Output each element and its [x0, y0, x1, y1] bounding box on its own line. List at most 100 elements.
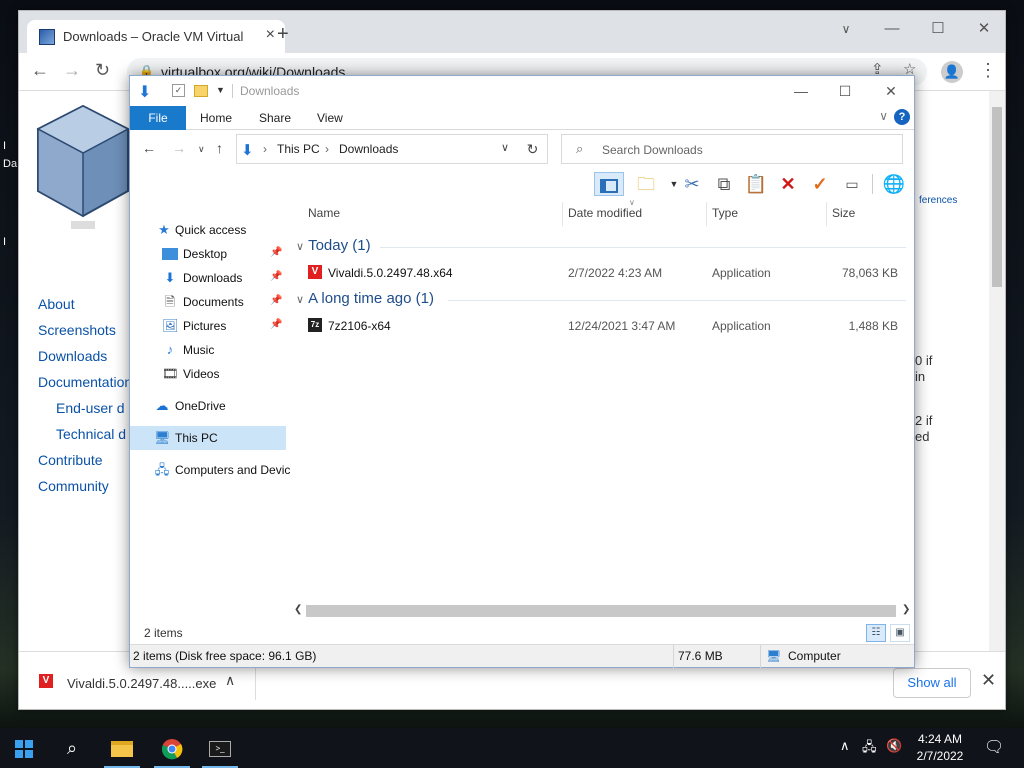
tab-home[interactable]: Home: [200, 111, 232, 125]
search-icon[interactable]: ⌕: [48, 728, 96, 768]
refresh-icon[interactable]: ↻: [518, 134, 548, 164]
pin-icon[interactable]: 📌: [270, 319, 282, 330]
pin-icon[interactable]: 📌: [270, 271, 282, 282]
copy-icon[interactable]: ⧉: [712, 172, 736, 196]
forward-icon[interactable]: →: [172, 140, 186, 156]
address-bar[interactable]: ⬇ › This PC › Downloads ∨: [236, 134, 548, 164]
up-icon[interactable]: ↑: [216, 140, 223, 156]
nav-music[interactable]: ♪ Music: [130, 338, 286, 362]
pin-icon[interactable]: 📌: [270, 295, 282, 306]
tab-file[interactable]: File: [130, 106, 186, 130]
terminal-icon[interactable]: >_: [196, 728, 244, 768]
horizontal-scrollbar[interactable]: ❮ ❯: [290, 602, 914, 620]
checkmark-icon[interactable]: ✓: [808, 172, 832, 196]
scroll-right-icon[interactable]: ❯: [902, 604, 910, 615]
new-folder-icon[interactable]: [194, 85, 208, 97]
back-icon[interactable]: ←: [31, 60, 49, 81]
column-header-date[interactable]: Date modified: [568, 206, 642, 220]
nav-link-contribute[interactable]: Contribute: [38, 452, 103, 468]
file-row[interactable]: V Vivaldi.5.0.2497.48.x64 2/7/2022 4:23 …: [290, 262, 910, 284]
details-view-icon[interactable]: ☷: [866, 624, 886, 642]
maximize-icon[interactable]: ☐: [822, 78, 868, 104]
nav-link-end-user[interactable]: End-user d: [56, 400, 124, 416]
file-row[interactable]: 7z 7z2106-x64 12/24/2021 3:47 AM Applica…: [290, 315, 910, 337]
network-icon[interactable]: 🖧: [862, 738, 877, 760]
show-all-button[interactable]: Show all: [893, 668, 971, 698]
browser-tab[interactable]: Downloads – Oracle VM VirtualB ×: [27, 20, 285, 53]
desktop-icon-label[interactable]: I: [3, 140, 6, 152]
group-header[interactable]: ∨ A long time ago (1): [296, 290, 434, 307]
forward-icon[interactable]: →: [63, 60, 81, 81]
paste-icon[interactable]: 📋: [744, 172, 768, 196]
nav-network[interactable]: 🖧 Computers and Devic: [130, 458, 291, 482]
close-window-icon[interactable]: ✕: [961, 15, 1007, 43]
tab-view[interactable]: View: [317, 111, 343, 125]
nav-link-community[interactable]: Community: [38, 478, 109, 494]
address-dropdown-icon[interactable]: ∨: [501, 141, 509, 154]
nav-link-screenshots[interactable]: Screenshots: [38, 322, 116, 338]
nav-onedrive[interactable]: ☁ OneDrive: [130, 394, 286, 418]
nav-videos[interactable]: 🎞 Videos: [130, 362, 286, 386]
minimize-icon[interactable]: —: [869, 15, 915, 43]
file-explorer-icon[interactable]: [98, 728, 146, 768]
scrollbar-thumb[interactable]: [306, 605, 896, 617]
help-icon[interactable]: ?: [894, 109, 910, 125]
tab-share[interactable]: Share: [259, 111, 291, 125]
tab-search-icon[interactable]: ∨: [823, 15, 869, 43]
pin-icon[interactable]: 📌: [270, 247, 282, 258]
column-header-name[interactable]: Name: [308, 206, 340, 220]
clock[interactable]: 4:24 AM 2/7/2022: [912, 731, 968, 765]
rename-icon[interactable]: ▭: [840, 172, 864, 196]
close-window-icon[interactable]: ✕: [868, 78, 914, 104]
download-item[interactable]: Vivaldi.5.0.2497.48.....exe: [67, 676, 216, 691]
delete-icon[interactable]: ✕: [776, 172, 800, 196]
nav-pictures[interactable]: 🖼 Pictures 📌: [130, 314, 286, 338]
breadcrumb-separator-icon[interactable]: ›: [263, 142, 267, 156]
quick-access-dropdown-icon[interactable]: ▼: [216, 85, 232, 101]
nav-documents[interactable]: 🗎 Documents 📌: [130, 290, 286, 314]
nav-this-pc[interactable]: 🖥 This PC: [130, 426, 286, 450]
search-input[interactable]: ⌕ Search Downloads: [561, 134, 903, 164]
chrome-icon[interactable]: [148, 728, 196, 768]
maximize-icon[interactable]: ☐: [915, 15, 961, 43]
column-divider[interactable]: [706, 202, 707, 226]
nav-desktop[interactable]: Desktop 📌: [130, 242, 286, 266]
minimize-icon[interactable]: —: [778, 78, 824, 104]
windows-start-icon[interactable]: [0, 728, 48, 768]
properties-checkbox-icon[interactable]: ✓: [172, 84, 185, 97]
chevron-up-icon[interactable]: ∧: [225, 672, 235, 689]
notification-icon[interactable]: 🗨: [984, 737, 1004, 757]
column-divider[interactable]: [562, 202, 563, 226]
breadcrumb-this-pc[interactable]: This PC: [277, 142, 320, 156]
nav-link-downloads[interactable]: Downloads: [38, 348, 107, 364]
nav-downloads[interactable]: ⬇ Downloads 📌: [130, 266, 286, 290]
recent-locations-icon[interactable]: ∨: [198, 144, 205, 155]
back-icon[interactable]: ←: [142, 140, 156, 156]
column-divider[interactable]: [826, 202, 827, 226]
scroll-left-icon[interactable]: ❮: [294, 604, 302, 615]
new-folder-icon[interactable]: 🗀: [634, 172, 658, 196]
volume-muted-icon[interactable]: 🔇: [886, 738, 902, 754]
desktop-icon-label[interactable]: I: [3, 236, 6, 248]
globe-icon[interactable]: 🌐: [882, 172, 906, 196]
scrollbar-thumb[interactable]: [992, 107, 1002, 287]
breadcrumb-downloads[interactable]: Downloads: [339, 142, 398, 156]
menu-kebab-icon[interactable]: ⋮: [979, 60, 997, 81]
reload-icon[interactable]: ↻: [95, 60, 110, 81]
tab-close-icon[interactable]: ×: [266, 26, 275, 44]
group-header[interactable]: ∨ Today (1): [296, 237, 371, 254]
close-shelf-icon[interactable]: ✕: [981, 670, 996, 691]
chevron-up-icon[interactable]: ∧: [840, 738, 850, 754]
nav-quick-access[interactable]: ★ Quick access: [130, 218, 286, 242]
expand-ribbon-icon[interactable]: ∨: [879, 109, 888, 123]
page-scrollbar[interactable]: [989, 91, 1005, 651]
column-header-size[interactable]: Size: [832, 206, 855, 220]
preferences-link[interactable]: ferences: [919, 195, 957, 206]
nav-link-about[interactable]: About: [38, 296, 75, 312]
large-icons-view-icon[interactable]: ▣: [890, 624, 910, 642]
cut-icon[interactable]: ✂: [680, 172, 704, 196]
nav-link-technical[interactable]: Technical d: [56, 426, 126, 442]
nav-link-documentation[interactable]: Documentation: [38, 374, 132, 390]
new-tab-icon[interactable]: +: [277, 23, 289, 46]
breadcrumb-separator-icon[interactable]: ›: [325, 142, 329, 156]
